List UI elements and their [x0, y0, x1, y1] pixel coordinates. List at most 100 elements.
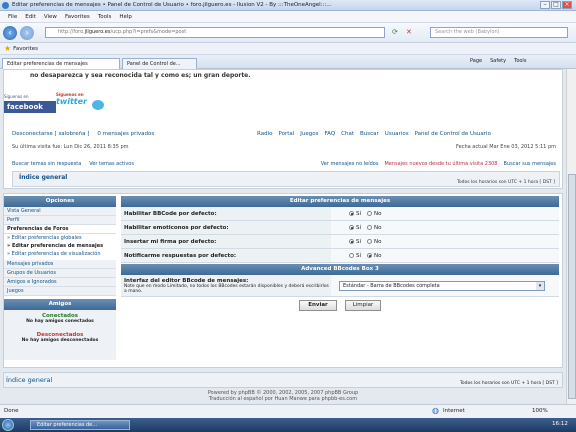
safety-menu[interactable]: Safety	[490, 58, 506, 64]
signature-no-radio[interactable]	[367, 239, 373, 244]
breadcrumb-home[interactable]: Índice general	[19, 174, 67, 181]
vertical-scrollbar[interactable]	[566, 69, 576, 404]
unanswered-link[interactable]: Buscar temas sin respuesta	[12, 161, 81, 167]
stop-icon[interactable]: ✕	[406, 28, 412, 36]
iface-select[interactable]: Estándar - Barra de BBcodes completa ▾	[339, 280, 545, 291]
forum-header: no desaparezca y sea reconocida tal y co…	[3, 69, 563, 189]
timezone-text: Todos los horarios son UTC + 1 hora [ DS…	[456, 180, 555, 185]
logout-link[interactable]: Desconectarse [ salobreña ]	[12, 131, 89, 137]
bbcode-label: Habilitar BBCode por defecto:	[121, 207, 331, 220]
sidebar-groups[interactable]: Grupos de Usuarios	[4, 269, 116, 278]
menu-tools[interactable]: Tools	[98, 14, 112, 20]
sidebar-view-prefs[interactable]: » Editar preferencias de visualización	[4, 250, 116, 258]
signature-row: Insertar mi firma por defecto: Sí No	[121, 235, 559, 249]
ie-logo-icon	[2, 2, 9, 9]
menu-help[interactable]: Help	[119, 14, 132, 20]
signature-yes-radio[interactable]	[349, 239, 354, 244]
ucp-sidebar: Opciones Vista General Perfil Preferenci…	[4, 196, 116, 360]
new-posts-link[interactable]: Mensajes nuevos desde tu última visita 2…	[384, 161, 497, 167]
sidebar-message-prefs[interactable]: » Editar preferencias de mensajes	[4, 242, 116, 250]
notify-no-radio[interactable]	[367, 253, 373, 258]
zone-text: Internet	[443, 408, 465, 414]
options-header: Opciones	[4, 196, 116, 207]
zoom-level[interactable]: 100%	[532, 408, 548, 414]
bbcode-no-radio[interactable]	[367, 211, 373, 216]
facebook-caption: Síguenos en	[4, 94, 29, 99]
bbcode-row: Habilitar BBCode por defecto: Sí No	[121, 207, 559, 221]
notify-yes-label: Sí	[356, 252, 362, 259]
last-visit: Su última visita fue: Lun Dic 26, 2011 8…	[12, 144, 129, 150]
tab-panel[interactable]: Panel de Control de...	[122, 58, 197, 69]
scrollbar-thumb[interactable]	[568, 174, 576, 399]
globe-icon: ◍	[432, 406, 439, 415]
breadcrumb-bar: Índice general Todos los horarios son UT…	[12, 171, 560, 187]
active-topics-link[interactable]: Ver temas activos	[89, 161, 134, 167]
status-bar: Done ◍ Internet 100%	[0, 404, 576, 418]
nav-buscar[interactable]: Buscar	[360, 131, 379, 137]
banner-text: no desaparezca y sea reconocida tal y co…	[30, 72, 251, 79]
start-button[interactable]	[2, 419, 14, 431]
menu-file[interactable]: File	[8, 14, 17, 20]
sidebar-profile[interactable]: Perfil	[4, 216, 116, 225]
page-menu[interactable]: Page	[470, 58, 482, 64]
disconnected-none: No hay amigos desconectados	[21, 338, 99, 343]
nav-ucp[interactable]: Panel de Control de Usuario	[415, 131, 491, 137]
search-input[interactable]: Search the web (Babylon)	[430, 27, 568, 38]
iface-select-value: Estándar - Barra de BBcodes completa	[343, 282, 440, 289]
facebook-logo: facebook	[4, 101, 56, 113]
back-button[interactable]: ‹	[3, 26, 17, 40]
smilies-yes-label: Sí	[356, 224, 362, 231]
unread-link[interactable]: Ver mensajes no leídos	[321, 161, 379, 167]
favorites-button[interactable]: Favorites	[13, 46, 38, 52]
chevron-down-icon: ▾	[536, 281, 544, 290]
reset-button[interactable]: Limpiar	[345, 299, 381, 311]
pm-link[interactable]: 0 mensajes privados	[97, 131, 154, 137]
nav-faq[interactable]: FAQ	[325, 131, 336, 137]
submit-button[interactable]: Enviar	[299, 299, 337, 311]
menu-edit[interactable]: Edit	[25, 14, 36, 20]
sidebar-forum-prefs[interactable]: Preferencias de Foros	[4, 225, 116, 234]
star-icon: ★	[4, 44, 12, 53]
tabs-bar: Editar preferencias de mensajes Panel de…	[0, 55, 576, 69]
sidebar-global-prefs[interactable]: » Editar preferencias globales	[4, 234, 116, 242]
footer-breadcrumb-home[interactable]: Índice general	[6, 376, 52, 384]
sidebar-friends-foes[interactable]: Amigos e Ignorados	[4, 278, 116, 287]
user-bar: Desconectarse [ salobreña ] 0 mensajes p…	[12, 131, 154, 137]
maximize-button[interactable]: □	[551, 1, 561, 9]
nav-usuarios[interactable]: Usuarios	[385, 131, 409, 137]
minimize-button[interactable]: –	[540, 1, 550, 9]
sidebar-overview[interactable]: Vista General	[4, 207, 116, 216]
facebook-badge[interactable]: Síguenos en facebook	[4, 94, 56, 120]
bbcode-yes-label: Sí	[356, 210, 362, 217]
tools-menu[interactable]: Tools	[514, 58, 526, 64]
notify-yes-radio[interactable]	[349, 253, 354, 258]
forward-button[interactable]: ›	[20, 26, 34, 40]
quick-links: Radio Portal Juegos FAQ Chat Buscar Usua…	[257, 131, 491, 137]
signature-label: Insertar mi firma por defecto:	[121, 235, 331, 248]
nav-radio[interactable]: Radio	[257, 131, 272, 137]
form-buttons: Enviar Limpiar	[121, 297, 559, 313]
smilies-no-radio[interactable]	[367, 225, 373, 230]
notify-label: Notificarme respuestas por defecto:	[121, 249, 331, 262]
footer-breadcrumb-bar: Índice general Todos los horarios son UT…	[3, 372, 563, 388]
address-input[interactable]: http://foro.jilguero.es/ucp.php?i=prefs&…	[45, 27, 385, 38]
own-posts-link[interactable]: Buscar sus mensajes	[504, 161, 557, 167]
menu-favorites[interactable]: Favorites	[65, 14, 90, 20]
smilies-label: Habilitar emoticonos por defecto:	[121, 221, 331, 234]
nav-chat[interactable]: Chat	[341, 131, 354, 137]
smilies-yes-radio[interactable]	[349, 225, 354, 230]
close-button[interactable]: ×	[562, 1, 572, 9]
nav-juegos[interactable]: Juegos	[300, 131, 318, 137]
signature-no-label: No	[374, 238, 382, 245]
tab-messages[interactable]: Editar preferencias de mensajes	[2, 58, 120, 69]
friends-box: Conectados No hay amigos conectados Desc…	[4, 310, 116, 360]
sidebar-pm[interactable]: Mensajes privados	[4, 260, 116, 269]
menu-view[interactable]: View	[44, 14, 57, 20]
smilies-row: Habilitar emoticonos por defecto: Sí No	[121, 221, 559, 235]
bbcode-yes-radio[interactable]	[349, 211, 354, 216]
sidebar-games[interactable]: Juegos	[4, 287, 116, 296]
refresh-icon[interactable]: ⟳	[392, 28, 398, 36]
nav-portal[interactable]: Portal	[278, 131, 294, 137]
taskbar-item[interactable]: Editar preferencias de...	[30, 420, 130, 430]
search-links: Buscar temas sin respuesta Ver temas act…	[12, 161, 134, 167]
